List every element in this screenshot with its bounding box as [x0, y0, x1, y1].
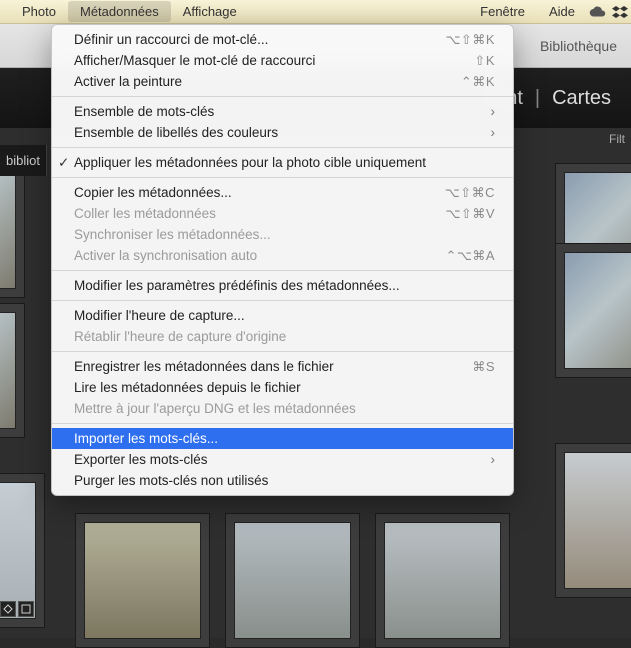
menu-item-label: Coller les métadonnées [74, 206, 445, 221]
menu-item-label: Modifier les paramètres prédéfinis des m… [74, 278, 495, 293]
menu-item[interactable]: Modifier l'heure de capture... [52, 305, 513, 326]
module-library[interactable]: Bibliothèque [536, 38, 621, 54]
menu-item[interactable]: Définir un raccourci de mot-clé...⌥⇧⌘K [52, 29, 513, 50]
menu-item-label: Mettre à jour l'aperçu DNG et les métado… [74, 401, 495, 416]
menu-item-label: Activer la peinture [74, 74, 461, 89]
thumbnail[interactable]: 12 [555, 243, 631, 378]
shortcut-label: ⌃⌥⌘A [445, 248, 495, 264]
shortcut-label: ⌥⇧⌘V [445, 206, 495, 222]
menubar: Photo Métadonnées Affichage Fenêtre Aide [0, 0, 631, 24]
menu-item[interactable]: Activer la peinture⌃⌘K [52, 71, 513, 92]
menu-item-label: Définir un raccourci de mot-clé... [74, 32, 445, 47]
menu-item[interactable]: Enregistrer les métadonnées dans le fich… [52, 356, 513, 377]
thumbnail[interactable] [0, 473, 45, 628]
menu-item-label: Enregistrer les métadonnées dans le fich… [74, 359, 472, 374]
menu-metadata[interactable]: Métadonnées [68, 1, 171, 22]
chevron-right-icon: › [491, 104, 496, 119]
menu-item[interactable]: Ensemble de mots-clés › [52, 101, 513, 122]
menu-item[interactable]: Importer les mots-clés... [52, 428, 513, 449]
menu-photo[interactable]: Photo [10, 1, 68, 22]
menu-item-label: Activer la synchronisation auto [74, 248, 445, 263]
menu-item-label: Modifier l'heure de capture... [74, 308, 495, 323]
menu-item: Activer la synchronisation auto⌃⌥⌘A [52, 245, 513, 266]
menu-view[interactable]: Affichage [171, 1, 249, 22]
cloud-icon[interactable] [587, 1, 609, 23]
menu-item: Coller les métadonnées⌥⇧⌘V [52, 203, 513, 224]
menu-item-label: Exporter les mots-clés [74, 452, 483, 467]
menu-item-label: Copier les métadonnées... [74, 185, 445, 200]
menu-item[interactable]: Lire les métadonnées depuis le fichier [52, 377, 513, 398]
menu-item-label: Appliquer les métadonnées pour la photo … [74, 155, 495, 170]
menu-item[interactable]: ✓ Appliquer les métadonnées pour la photo… [52, 152, 513, 173]
shortcut-label: ⌘S [472, 359, 495, 375]
menu-help[interactable]: Aide [537, 1, 587, 22]
menu-item[interactable]: Purger les mots-clés non utilisés [52, 470, 513, 491]
menu-item: Synchroniser les métadonnées... [52, 224, 513, 245]
menu-item: Rétablir l'heure de capture d'origine [52, 326, 513, 347]
metadata-badge-icon [0, 601, 16, 617]
left-panel-tab[interactable]: bibliot [0, 145, 47, 176]
menu-item-label: Synchroniser les métadonnées... [74, 227, 495, 242]
menu-item[interactable]: Ensemble de libellés des couleurs › [52, 122, 513, 143]
menu-item[interactable]: Afficher/Masquer le mot-clé de raccourci… [52, 50, 513, 71]
shortcut-label: ⇧K [474, 53, 495, 69]
menu-window[interactable]: Fenêtre [468, 1, 537, 22]
menu-item-label: Ensemble de libellés des couleurs [74, 125, 483, 140]
thumbnail[interactable] [0, 303, 25, 438]
menu-item[interactable]: Exporter les mots-clés › [52, 449, 513, 470]
thumbnail[interactable]: 16 [555, 443, 631, 598]
checkmark-icon: ✓ [58, 155, 69, 171]
mode-map[interactable]: Cartes [552, 87, 611, 110]
menu-item-label: Ensemble de mots-clés [74, 104, 483, 119]
thumbnail[interactable] [0, 163, 25, 298]
metadata-menu: Définir un raccourci de mot-clé...⌥⇧⌘KAf… [51, 24, 514, 496]
menu-item-label: Rétablir l'heure de capture d'origine [74, 329, 495, 344]
thumbnail[interactable] [375, 513, 510, 648]
menu-item[interactable]: Modifier les paramètres prédéfinis des m… [52, 275, 513, 296]
separator: | [535, 87, 540, 110]
chevron-right-icon: › [491, 125, 496, 140]
shortcut-label: ⌥⇧⌘C [445, 185, 495, 201]
filter-label[interactable]: Filt [609, 132, 625, 146]
menu-item-label: Afficher/Masquer le mot-clé de raccourci [74, 53, 474, 68]
menu-item[interactable]: Copier les métadonnées...⌥⇧⌘C [52, 182, 513, 203]
menu-item-label: Lire les métadonnées depuis le fichier [74, 380, 495, 395]
thumbnail[interactable] [75, 513, 210, 648]
keyword-badge-icon [18, 601, 34, 617]
chevron-right-icon: › [491, 452, 496, 467]
dropbox-icon[interactable] [609, 1, 631, 23]
shortcut-label: ⌥⇧⌘K [445, 32, 495, 48]
menu-item-label: Importer les mots-clés... [74, 431, 495, 446]
menu-item: Mettre à jour l'aperçu DNG et les métado… [52, 398, 513, 419]
thumbnail[interactable] [225, 513, 360, 648]
shortcut-label: ⌃⌘K [461, 74, 495, 90]
menu-item-label: Purger les mots-clés non utilisés [74, 473, 495, 488]
